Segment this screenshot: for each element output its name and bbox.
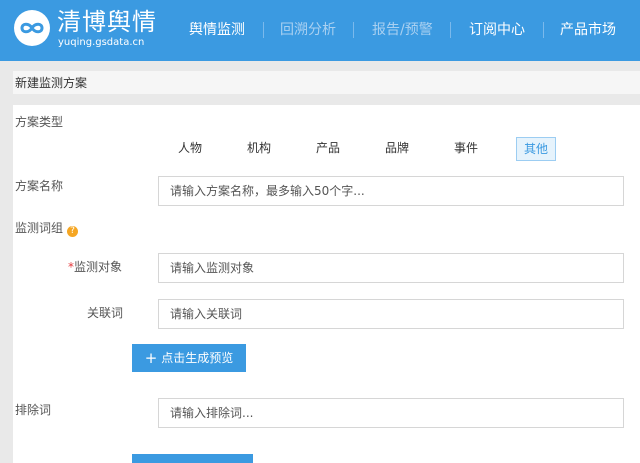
related-words-field-wrapper [158, 299, 624, 329]
question-circle-icon[interactable]: ? [67, 226, 79, 237]
panel-title-bar: 新建监测方案 [13, 71, 640, 94]
monitor-target-field-wrapper [158, 253, 624, 283]
nav-separator [450, 22, 451, 38]
page-title: 新建监测方案 [15, 76, 88, 90]
nav-separator [353, 22, 354, 38]
plan-type-option-brand[interactable]: 品牌 [379, 137, 415, 161]
exclude-words-field-wrapper [158, 398, 624, 428]
keyword-group-label: 监测词组 [15, 221, 64, 235]
brand-domain: yuqing.gsdata.cn [58, 37, 145, 48]
plan-type-option-organization[interactable]: 机构 [241, 137, 277, 161]
nav-item-sentiment-monitor[interactable]: 舆情监测 [189, 20, 245, 40]
brand-name[interactable]: 清博舆情 [57, 8, 157, 36]
monitor-target-label-row: *监测对象 [68, 259, 122, 275]
plan-type-option-event[interactable]: 事件 [448, 137, 484, 161]
exclude-words-input[interactable] [159, 399, 623, 427]
plan-type-option-person[interactable]: 人物 [172, 137, 208, 161]
keyword-group-label-row: 监测词组? [15, 220, 79, 237]
top-nav-bar: 清博舆情 yuqing.gsdata.cn 舆情监测 回溯分析 报告/预警 订阅… [0, 0, 640, 61]
infinity-logo-icon[interactable] [14, 10, 50, 46]
plus-icon: + [144, 349, 158, 367]
generate-preview-button[interactable]: + 点击生成预览 [132, 344, 246, 372]
related-words-input[interactable] [159, 300, 623, 328]
generate-preview-label: 点击生成预览 [161, 351, 234, 365]
plan-type-label: 方案类型 [15, 115, 64, 129]
plan-type-option-other[interactable]: 其他 [516, 137, 556, 161]
monitor-target-input[interactable] [159, 254, 623, 282]
nav-item-subscription-center[interactable]: 订阅中心 [469, 20, 525, 40]
exclude-words-label: 排除词 [15, 403, 52, 417]
nav-item-backtrack-analysis[interactable]: 回溯分析 [280, 20, 336, 40]
nav-item-report-alert[interactable]: 报告/预警 [372, 20, 433, 40]
plan-name-input[interactable] [159, 177, 623, 205]
nav-item-product-market[interactable]: 产品市场 [560, 20, 616, 40]
plan-name-label: 方案名称 [15, 179, 64, 193]
plan-name-field-wrapper [158, 176, 624, 206]
bottom-action-button[interactable] [132, 454, 253, 463]
nav-separator [543, 22, 544, 38]
plan-type-option-product[interactable]: 产品 [310, 137, 346, 161]
section-divider [13, 94, 640, 105]
new-plan-form-panel: 新建监测方案 方案类型 人物 机构 产品 品牌 事件 其他 方案名称 监测词组?… [13, 71, 640, 463]
nav-separator [263, 22, 264, 38]
related-words-label: 关联词 [87, 306, 124, 320]
monitor-target-label: 监测对象 [74, 260, 123, 274]
